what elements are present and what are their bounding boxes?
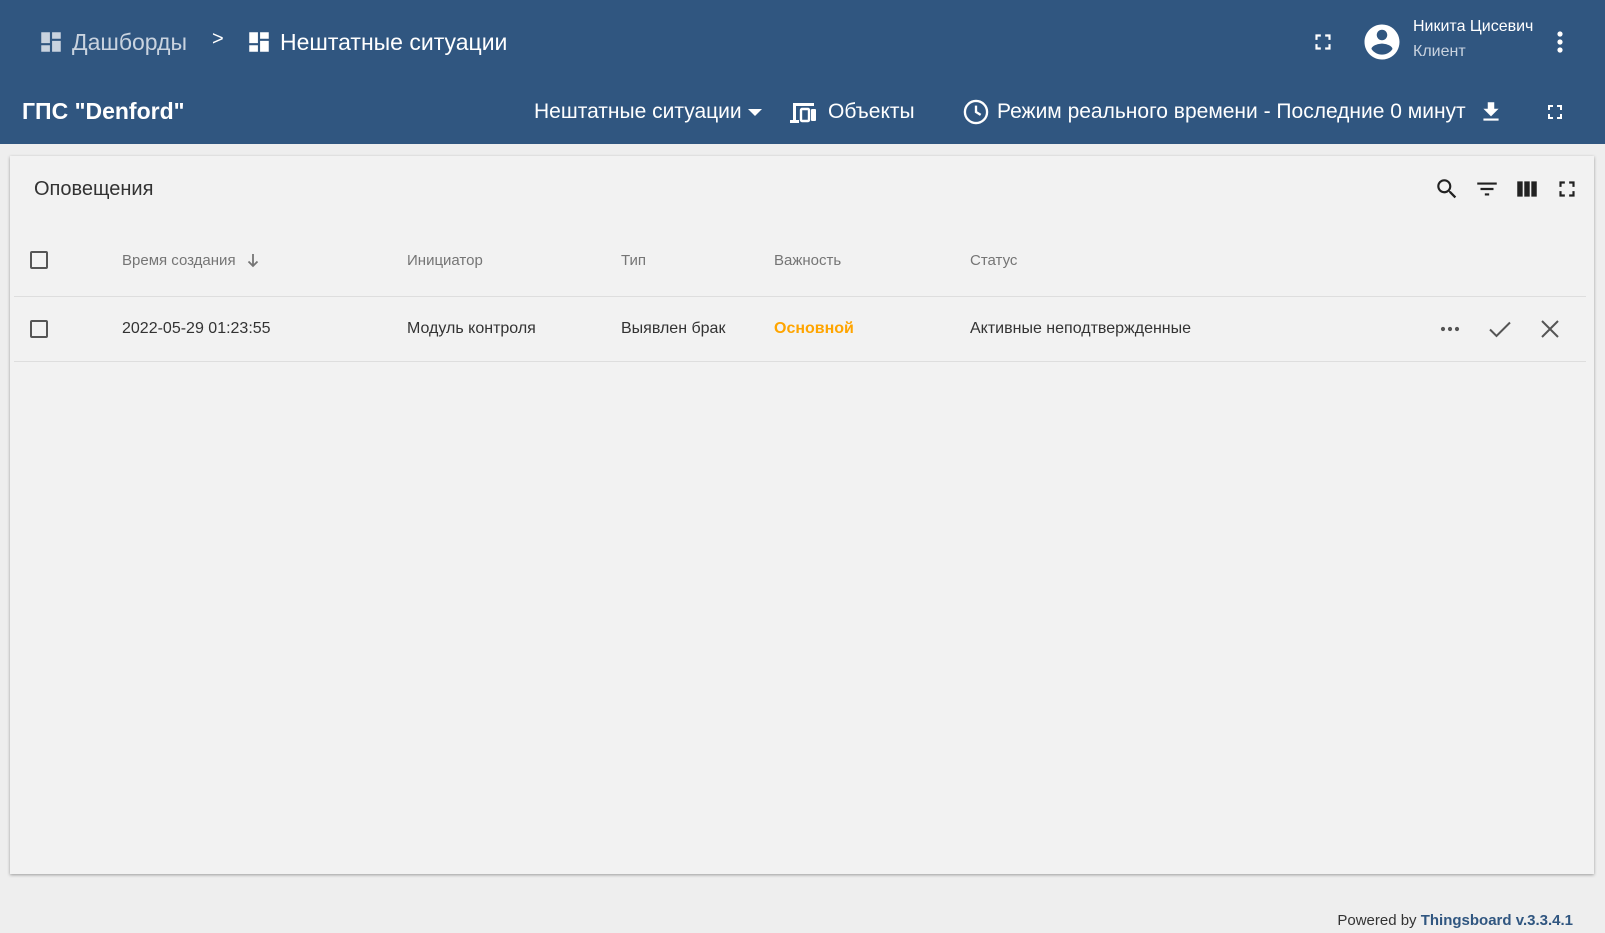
top-bar: Дашборды > Нештатные ситуации Никита Цис…: [0, 0, 1605, 144]
breadcrumb-parent-label: Дашборды: [72, 28, 187, 55]
table-header: Время создания Инициатор Тип Важность Ст…: [14, 226, 1586, 297]
check-icon[interactable]: [1486, 315, 1514, 343]
timewindow-button[interactable]: Режим реального времени - Последние 0 ми…: [962, 98, 1466, 126]
user-name[interactable]: Никита Цисевич: [1413, 18, 1533, 36]
breadcrumb-current-label: Нештатные ситуации: [280, 28, 508, 55]
column-header-status[interactable]: Статус: [970, 252, 1017, 269]
dashboard-toolbar: ГПС "Denford" Нештатные ситуации Объекты…: [0, 84, 1605, 144]
column-header-type[interactable]: Тип: [621, 252, 646, 269]
column-header-originator[interactable]: Инициатор: [407, 252, 483, 269]
search-icon[interactable]: [1434, 176, 1460, 202]
footer-prefix: Powered by: [1337, 912, 1417, 929]
breadcrumb-separator: >: [212, 28, 224, 50]
caret-down-icon: [747, 108, 762, 116]
timewindow-label: Режим реального времени - Последние 0 ми…: [997, 100, 1466, 123]
account-circle-icon[interactable]: [1361, 21, 1403, 63]
table-row[interactable]: 2022-05-29 01:23:55 Модуль контроля Выяв…: [14, 297, 1586, 362]
cell-type: Выявлен брак: [621, 320, 726, 337]
select-all-checkbox[interactable]: [30, 251, 48, 269]
column-header-created[interactable]: Время создания: [122, 252, 260, 269]
alarms-widget: Оповещения Время создания Инициатор Тип …: [10, 156, 1594, 874]
entities-button[interactable]: Объекты: [788, 98, 915, 126]
columns-icon[interactable]: [1514, 176, 1540, 202]
widget-title: Оповещения: [34, 178, 154, 200]
breadcrumb: Дашборды > Нештатные ситуации Никита Цис…: [0, 0, 1605, 84]
arrow-down-icon: [247, 254, 258, 268]
close-icon[interactable]: [1536, 315, 1564, 343]
download-icon[interactable]: [1478, 98, 1504, 126]
footer-brand-link[interactable]: Thingsboard v.3.3.4.1: [1421, 912, 1573, 929]
state-select[interactable]: Нештатные ситуации: [534, 100, 762, 124]
state-select-label: Нештатные ситуации: [534, 100, 742, 123]
breadcrumb-dashboards-link[interactable]: Дашборды: [38, 24, 187, 60]
fullscreen-icon[interactable]: [1554, 176, 1580, 202]
entities-label: Объекты: [828, 100, 915, 123]
fullscreen-icon[interactable]: [1543, 100, 1567, 124]
dashboard-icon: [41, 32, 61, 52]
cell-status: Активные неподтвержденные: [970, 320, 1192, 337]
dashboard-title: ГПС "Denford": [22, 98, 185, 124]
clock-icon: [963, 99, 989, 125]
column-header-label: Время создания: [122, 252, 236, 269]
row-checkbox[interactable]: [30, 320, 48, 338]
devices-icon: [790, 103, 816, 123]
footer: Powered by Thingsboard v.3.3.4.1: [1337, 912, 1573, 929]
dashboard-icon: [249, 32, 269, 52]
more-vert-icon[interactable]: [1548, 26, 1572, 58]
cell-originator: Модуль контроля: [407, 320, 536, 337]
cell-created: 2022-05-29 01:23:55: [122, 320, 271, 337]
breadcrumb-current: Нештатные ситуации: [246, 24, 507, 60]
filter-icon[interactable]: [1474, 176, 1500, 202]
cell-severity: Основной: [774, 320, 854, 337]
fullscreen-icon[interactable]: [1310, 29, 1336, 55]
more-horiz-icon[interactable]: [1436, 315, 1464, 343]
column-header-severity[interactable]: Важность: [774, 252, 841, 269]
user-role: Клиент: [1413, 43, 1466, 60]
